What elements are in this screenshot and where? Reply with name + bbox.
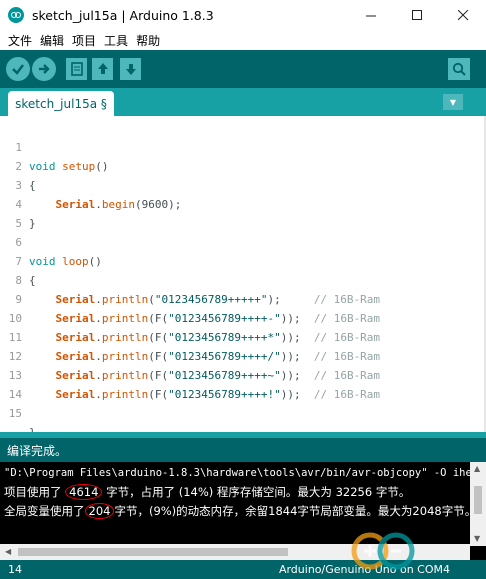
code-line: 1 void setup(): [0, 119, 486, 173]
close-button[interactable]: [440, 0, 486, 30]
close-icon: [457, 9, 468, 20]
menu-sketch[interactable]: 项目: [68, 32, 100, 49]
scroll-up-icon[interactable]: ▲: [474, 464, 480, 473]
code-line: 5: [0, 195, 486, 230]
status-bar: 编译完成。: [0, 438, 486, 462]
tab-menu-button[interactable]: ▼: [443, 94, 463, 110]
ram-usage-highlight: 204: [84, 503, 115, 519]
minimize-icon: [365, 15, 376, 16]
maximize-icon: [411, 9, 422, 20]
window-title: sketch_jul15a | Arduino 1.8.3: [32, 7, 214, 23]
tab-bar: sketch_jul15a § ▼: [0, 88, 486, 116]
code-line: 3 Serial.begin(9600);: [0, 157, 486, 211]
serial-monitor-button[interactable]: [448, 58, 470, 80]
toolbar: [0, 50, 486, 88]
code-line: 12 Serial.println(F("0123456789++++~"));…: [0, 328, 486, 382]
console-line: "D:\Program Files\arduino-1.8.3\hardware…: [4, 467, 486, 479]
menu-edit[interactable]: 编辑: [36, 32, 68, 49]
menu-help[interactable]: 帮助: [132, 32, 164, 49]
scroll-thumb[interactable]: [18, 548, 288, 556]
save-button[interactable]: [120, 58, 141, 80]
scroll-left-icon[interactable]: ◀: [5, 547, 11, 556]
menu-bar: 文件 编辑 项目 工具 帮助: [0, 30, 486, 50]
tab-menu-dropdown-icon: ▼: [449, 97, 457, 107]
serial-monitor-icon: [452, 62, 466, 76]
code-line: 7 {: [0, 233, 486, 287]
open-icon: [97, 63, 108, 74]
code-line: 4 }: [0, 176, 486, 230]
new-icon: [70, 62, 83, 76]
code-line: 11 Serial.println(F("0123456789++++/"));…: [0, 309, 486, 363]
upload-icon: [39, 64, 50, 74]
console-line: 项目使用了 4614 字节，占用了 (14%) 程序存储空间。最大为 32256…: [4, 484, 411, 500]
code-line: 6 void loop(): [0, 214, 486, 268]
tab-sketch[interactable]: sketch_jul15a §: [8, 91, 114, 116]
code-editor[interactable]: 1 void setup() 2 { 3 Serial.begin(9600);…: [0, 116, 486, 439]
code-line: 10 Serial.println(F("0123456789++++*"));…: [0, 290, 486, 344]
code-line: 9 Serial.println(F("0123456789++++-")); …: [0, 271, 486, 325]
scroll-thumb[interactable]: [474, 486, 482, 514]
code-line: 8 Serial.println("0123456789+++++"); // …: [0, 252, 486, 306]
code-line: 2 {: [0, 138, 486, 192]
new-button[interactable]: [66, 58, 87, 80]
cursor-line-number: 14: [8, 563, 22, 576]
code-line: 13 Serial.println(F("0123456789++++!"));…: [0, 347, 486, 401]
verify-icon: [12, 64, 24, 75]
arduino-cn-watermark-icon: [351, 532, 415, 570]
status-message: 编译完成。: [7, 443, 68, 458]
save-icon: [125, 64, 136, 75]
arduino-logo-icon: [8, 7, 24, 23]
upload-button[interactable]: [32, 57, 56, 81]
verify-button[interactable]: [6, 57, 30, 81]
minimize-button[interactable]: [348, 0, 394, 30]
maximize-button[interactable]: [394, 0, 440, 30]
title-bar: sketch_jul15a | Arduino 1.8.3: [0, 0, 486, 30]
code-line: 14: [0, 366, 486, 401]
line-number: 15: [8, 407, 22, 420]
console-line: 全局变量使用了 204 字节，(9%)的动态内存，余留1844字节局部变量。最大为2…: [4, 503, 477, 519]
open-button[interactable]: [92, 58, 113, 80]
flash-usage-highlight: 4614: [65, 484, 103, 500]
menu-tools[interactable]: 工具: [100, 32, 132, 49]
code-line: 15 }: [0, 385, 486, 439]
menu-file[interactable]: 文件: [4, 32, 36, 49]
